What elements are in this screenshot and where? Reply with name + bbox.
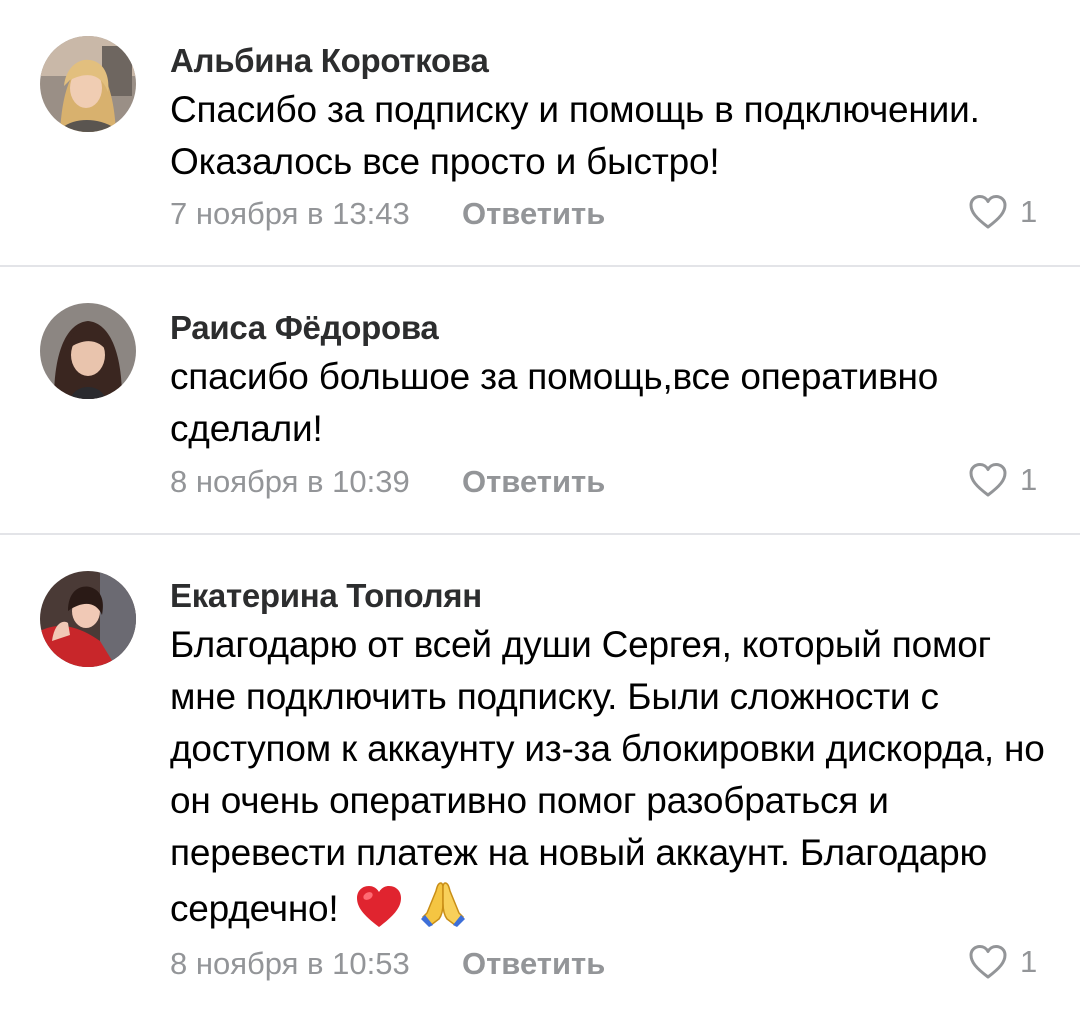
praying-hands-icon <box>419 879 467 943</box>
comment-author[interactable]: Екатерина Тополян <box>170 577 482 615</box>
avatar[interactable] <box>40 303 136 399</box>
heart-outline-icon <box>968 194 1008 230</box>
comment-author[interactable]: Раиса Фёдорова <box>170 309 439 347</box>
like-count: 1 <box>1020 194 1038 229</box>
comment-text-content: Благодарю от всей души Сергея, который п… <box>170 624 1045 929</box>
comment-item: Альбина Короткова Спасибо за подписку и … <box>0 0 1080 266</box>
avatar[interactable] <box>40 571 136 667</box>
red-heart-icon <box>355 885 403 943</box>
comment-text: спасибо большое за помощь,все оперативно… <box>170 356 939 449</box>
reply-button[interactable]: Ответить <box>462 196 605 232</box>
comment-text: Благодарю от всей души Сергея, который п… <box>170 619 1050 943</box>
comment-date: 7 ноября в 13:43 <box>170 196 410 231</box>
like-button[interactable]: 1 <box>968 194 1037 230</box>
avatar[interactable] <box>40 36 136 132</box>
comment-item: Раиса Фёдорова спасибо большое за помощь… <box>0 267 1080 533</box>
comment-date: 8 ноября в 10:53 <box>170 946 410 981</box>
like-button[interactable]: 1 <box>968 944 1037 980</box>
heart-outline-icon <box>968 944 1008 980</box>
reply-button[interactable]: Ответить <box>462 946 605 982</box>
comment-text: Спасибо за подписку и помощь в подключен… <box>170 89 980 182</box>
like-count: 1 <box>1020 944 1038 979</box>
like-count: 1 <box>1020 462 1038 497</box>
reply-button[interactable]: Ответить <box>462 464 605 500</box>
comment-author[interactable]: Альбина Короткова <box>170 42 489 80</box>
comment-item: Екатерина Тополян Благодарю от всей души… <box>0 535 1080 1010</box>
like-button[interactable]: 1 <box>968 462 1037 498</box>
heart-outline-icon <box>968 462 1008 498</box>
comment-date: 8 ноября в 10:39 <box>170 464 410 499</box>
